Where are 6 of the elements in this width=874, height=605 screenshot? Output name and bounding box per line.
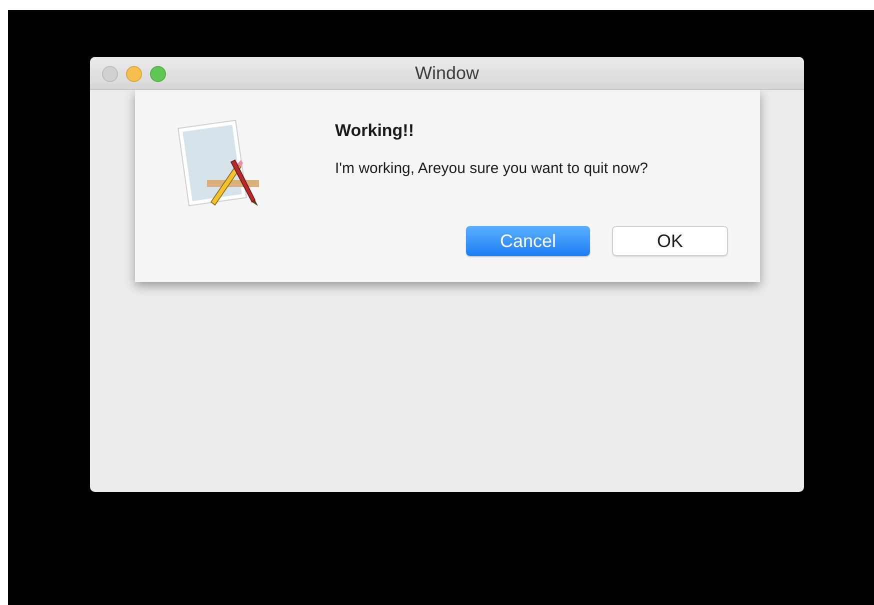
window-title: Window [414,62,480,84]
minimize-button[interactable] [126,66,142,82]
ok-button[interactable]: OK [612,226,728,256]
zoom-button[interactable] [150,66,166,82]
alert-message: I'm working, Areyou sure you want to quit now? [335,158,650,178]
alert-title: Working!! [335,120,416,142]
